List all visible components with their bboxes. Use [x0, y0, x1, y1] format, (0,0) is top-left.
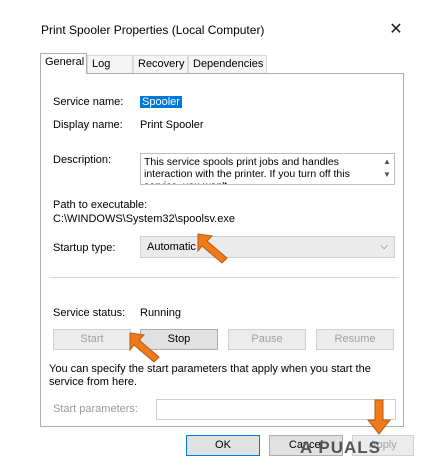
start-button[interactable]: Start	[53, 329, 131, 350]
tab-dependencies[interactable]: Dependencies	[188, 55, 267, 73]
start-parameters-input[interactable]	[156, 399, 396, 420]
path-label: Path to executable:	[53, 199, 148, 211]
arrow-to-start-button-icon	[129, 332, 160, 363]
start-parameters-label: Start parameters:	[53, 403, 138, 415]
scroll-down-icon[interactable]: ▼	[381, 168, 393, 181]
arrow-to-apply-button-icon	[366, 399, 392, 435]
ok-button[interactable]: OK	[186, 435, 260, 456]
scroll-up-icon[interactable]: ▲	[381, 155, 393, 168]
tab-recovery[interactable]: Recovery	[133, 55, 188, 73]
appuals-watermark: A PUALS	[300, 438, 381, 457]
description-label: Description:	[53, 154, 112, 166]
pause-button[interactable]: Pause	[228, 329, 306, 350]
tab-log-on[interactable]: Log On	[87, 55, 133, 87]
startup-type-label: Startup type:	[53, 242, 116, 254]
tab-general[interactable]: General	[40, 53, 87, 74]
display-name-value[interactable]: Print Spooler	[140, 119, 204, 131]
description-text[interactable]: This service spools print jobs and handl…	[140, 153, 395, 185]
service-status-label: Service status:	[53, 307, 126, 319]
service-name-value[interactable]: Spooler	[140, 96, 182, 108]
description-scrollbar[interactable]: ▲ ▼	[381, 155, 393, 183]
chevron-down-icon: ⌵	[380, 241, 388, 252]
display-name-label: Display name:	[53, 119, 123, 131]
startup-type-select[interactable]: Automatic ⌵	[140, 236, 395, 258]
window-title: Print Spooler Properties (Local Computer…	[41, 23, 265, 37]
separator	[49, 277, 399, 278]
description-value: This service spools print jobs and handl…	[144, 156, 350, 184]
service-name-selection: Spooler	[140, 96, 182, 108]
start-parameters-hint: You can specify the start parameters tha…	[49, 363, 371, 388]
service-name-label: Service name:	[53, 96, 124, 108]
path-value[interactable]: C:\WINDOWS\System32\spoolsv.exe	[53, 213, 235, 225]
title-bar: Print Spooler Properties (Local Computer…	[32, 17, 414, 45]
service-status-value: Running	[140, 307, 181, 319]
resume-button[interactable]: Resume	[316, 329, 394, 350]
close-icon[interactable]: ✕	[384, 19, 408, 41]
arrow-to-startup-type-icon	[197, 233, 228, 264]
startup-type-value: Automatic	[147, 241, 196, 253]
